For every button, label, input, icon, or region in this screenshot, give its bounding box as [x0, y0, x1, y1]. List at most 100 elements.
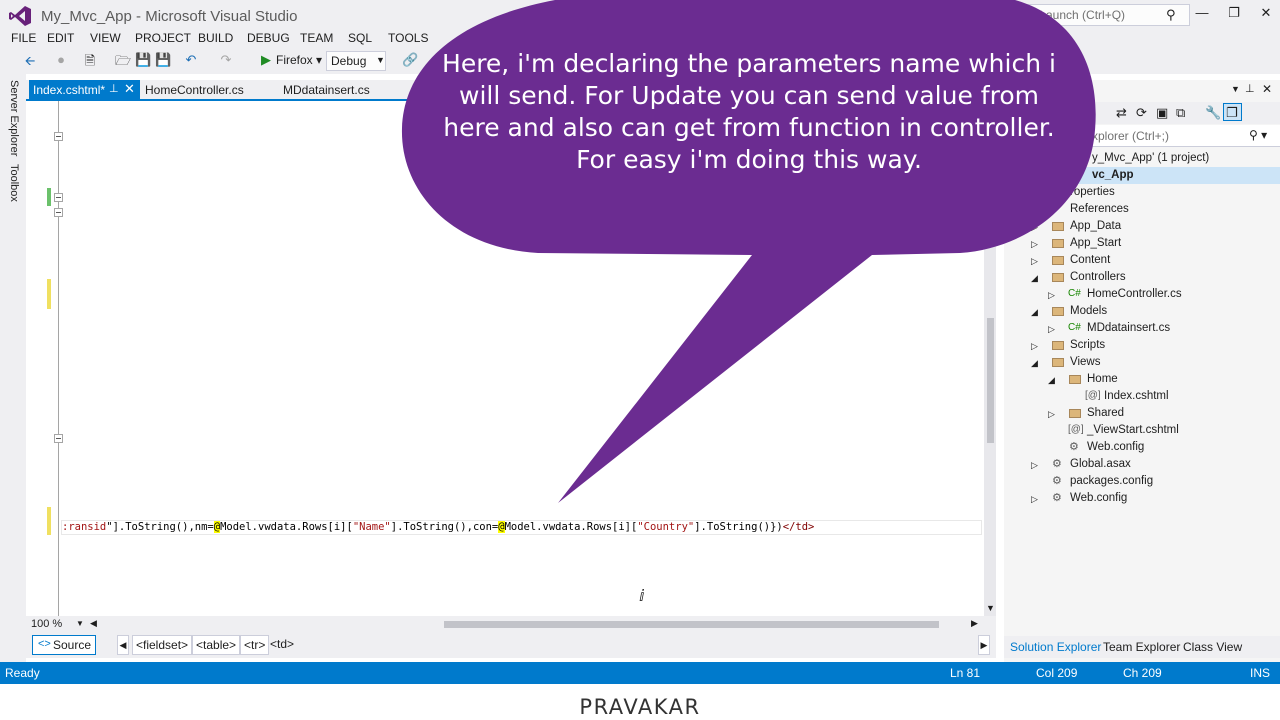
- pin-icon[interactable]: ⊥: [1245, 82, 1255, 95]
- tab-mddatainsert-cs[interactable]: MDdatainsert.cs: [283, 83, 370, 97]
- tab-solution-explorer[interactable]: Solution Explorer: [1010, 640, 1101, 654]
- search-icon[interactable]: ⚲ ▾: [1249, 128, 1267, 142]
- tree-item-web-config[interactable]: Web.config: [1070, 492, 1127, 504]
- tree-item-references[interactable]: References: [1070, 203, 1129, 215]
- navigate-forward-icon[interactable]: ●: [53, 52, 69, 67]
- collapse-all-icon[interactable]: ▣: [1156, 105, 1168, 121]
- expand-icon[interactable]: ▷: [1031, 222, 1038, 233]
- menu-edit[interactable]: EDIT: [47, 31, 74, 45]
- server-explorer-tab[interactable]: Server Explorer: [8, 80, 20, 156]
- tree-item-scripts[interactable]: Scripts: [1070, 339, 1105, 351]
- tree-item-viewstart[interactable]: _ViewStart.cshtml: [1087, 424, 1179, 436]
- tree-item-homecontroller[interactable]: HomeController.cs: [1087, 288, 1182, 300]
- tree-item-global-asax[interactable]: Global.asax: [1070, 458, 1131, 470]
- close-icon[interactable]: ✕: [1262, 82, 1272, 96]
- status-char: Ch 209: [1123, 666, 1162, 680]
- scroll-right-icon[interactable]: ▶: [971, 618, 978, 629]
- toolbox-tab[interactable]: Toolbox: [8, 164, 20, 202]
- scroll-left-icon[interactable]: ◀: [90, 618, 97, 629]
- tree-item-mddatainsert[interactable]: MDdatainsert.cs: [1087, 322, 1170, 334]
- menu-sql[interactable]: SQL: [348, 31, 372, 45]
- minimize-icon[interactable]: —: [1192, 5, 1212, 20]
- collapse-icon[interactable]: ◢: [1031, 307, 1038, 318]
- status-line: Ln 81: [950, 666, 981, 680]
- tree-item-controllers[interactable]: Controllers: [1070, 271, 1126, 283]
- tree-item-home[interactable]: Home: [1087, 373, 1118, 385]
- properties-icon[interactable]: 🔧: [1205, 105, 1221, 121]
- attach-icon[interactable]: 🔗: [402, 52, 418, 68]
- save-icon[interactable]: 💾: [135, 52, 151, 68]
- browser-select[interactable]: Firefox ▾: [272, 51, 327, 71]
- visual-studio-logo-icon: [9, 6, 31, 26]
- menu-build[interactable]: BUILD: [198, 31, 233, 45]
- zoom-level[interactable]: 100 %: [31, 618, 62, 630]
- preview-icon: ❐: [1226, 105, 1238, 120]
- breadcrumb-td[interactable]: <td>: [270, 637, 294, 651]
- solution-node[interactable]: y_Mvc_App' (1 project): [1092, 152, 1209, 164]
- expand-icon[interactable]: ▷: [1048, 324, 1055, 335]
- collapse-icon[interactable]: ◢: [1048, 375, 1055, 386]
- chevron-down-icon[interactable]: ▼: [76, 619, 84, 628]
- show-all-files-icon[interactable]: ⧉: [1176, 105, 1185, 121]
- breadcrumb-back-icon[interactable]: ◀: [117, 635, 129, 655]
- menu-file[interactable]: FILE: [11, 31, 36, 45]
- collapse-icon[interactable]: [54, 132, 63, 141]
- close-window-icon[interactable]: ✕: [1256, 5, 1276, 21]
- tree-item-app-start[interactable]: App_Start: [1070, 237, 1121, 249]
- open-file-icon[interactable]: 🗁: [115, 52, 131, 74]
- save-all-icon[interactable]: 💾: [155, 52, 171, 68]
- expand-icon[interactable]: ▷: [1048, 290, 1055, 301]
- redo-icon[interactable]: ↷: [218, 52, 234, 68]
- search-icon[interactable]: ⚲: [1166, 7, 1176, 23]
- pin-icon[interactable]: ⊥: [109, 82, 119, 95]
- tree-item-properties[interactable]: roperties: [1070, 186, 1115, 198]
- expand-icon[interactable]: ▷: [1031, 494, 1038, 505]
- code-editor[interactable]: [26, 101, 984, 616]
- menu-tools[interactable]: TOOLS: [388, 31, 428, 45]
- refresh-icon[interactable]: ⟳: [1136, 105, 1147, 121]
- navigate-back-icon[interactable]: 🡨: [22, 52, 38, 74]
- expand-icon[interactable]: ▷: [1031, 239, 1038, 250]
- sync-icon[interactable]: ⇄: [1116, 105, 1127, 121]
- tree-item-models[interactable]: Models: [1070, 305, 1107, 317]
- scroll-down-icon[interactable]: ▼: [986, 603, 995, 613]
- horizontal-scroll-thumb[interactable]: [444, 621, 939, 628]
- close-icon[interactable]: ✕: [124, 81, 135, 97]
- tree-item-packages-config[interactable]: packages.config: [1070, 475, 1153, 487]
- menu-view[interactable]: VIEW: [90, 31, 121, 45]
- expand-icon[interactable]: ▷: [1031, 341, 1038, 352]
- menu-project[interactable]: PROJECT: [135, 31, 191, 45]
- breadcrumb-tr[interactable]: <tr>: [240, 635, 270, 655]
- dropdown-icon[interactable]: ▼: [1231, 84, 1240, 94]
- breadcrumb-fieldset[interactable]: <fieldset>: [132, 635, 193, 655]
- tab-homecontroller-cs[interactable]: HomeController.cs: [145, 83, 244, 97]
- expand-icon[interactable]: ▷: [1031, 256, 1038, 267]
- tree-item-shared[interactable]: Shared: [1087, 407, 1124, 419]
- collapse-icon[interactable]: ◢: [1031, 273, 1038, 284]
- restore-icon[interactable]: ❐: [1224, 5, 1244, 21]
- collapse-icon[interactable]: ◢: [1031, 358, 1038, 369]
- undo-icon[interactable]: ↶: [183, 52, 199, 68]
- tree-item-views[interactable]: Views: [1070, 356, 1100, 368]
- collapse-icon[interactable]: [54, 434, 63, 443]
- menu-debug[interactable]: DEBUG: [247, 31, 290, 45]
- tree-item-app-data[interactable]: App_Data: [1070, 220, 1121, 232]
- razor-file-icon: [@]: [1068, 424, 1084, 435]
- new-project-icon[interactable]: 🗎: [82, 52, 98, 74]
- breadcrumb-table[interactable]: <table>: [192, 635, 241, 655]
- project-node[interactable]: vc_App: [1092, 169, 1134, 181]
- tab-team-explorer[interactable]: Team Explorer: [1103, 640, 1180, 654]
- tree-item-index-cshtml[interactable]: Index.cshtml: [1104, 390, 1169, 402]
- tree-item-content[interactable]: Content: [1070, 254, 1110, 266]
- tree-item-views-web-config[interactable]: Web.config: [1087, 441, 1144, 453]
- expand-icon[interactable]: ▷: [1031, 460, 1038, 471]
- collapse-icon[interactable]: [54, 208, 63, 217]
- csharp-file-icon: C#: [1068, 322, 1081, 333]
- breadcrumb-forward-icon[interactable]: ▶: [978, 635, 990, 655]
- code-line[interactable]: :ransid"].ToString(),nm=@Model.vwdata.Ro…: [62, 521, 814, 533]
- expand-icon[interactable]: ▷: [1048, 409, 1055, 420]
- collapse-icon[interactable]: [54, 193, 63, 202]
- vertical-scroll-thumb[interactable]: [987, 318, 994, 443]
- tab-class-view[interactable]: Class View: [1183, 640, 1242, 654]
- menu-team[interactable]: TEAM: [300, 31, 333, 45]
